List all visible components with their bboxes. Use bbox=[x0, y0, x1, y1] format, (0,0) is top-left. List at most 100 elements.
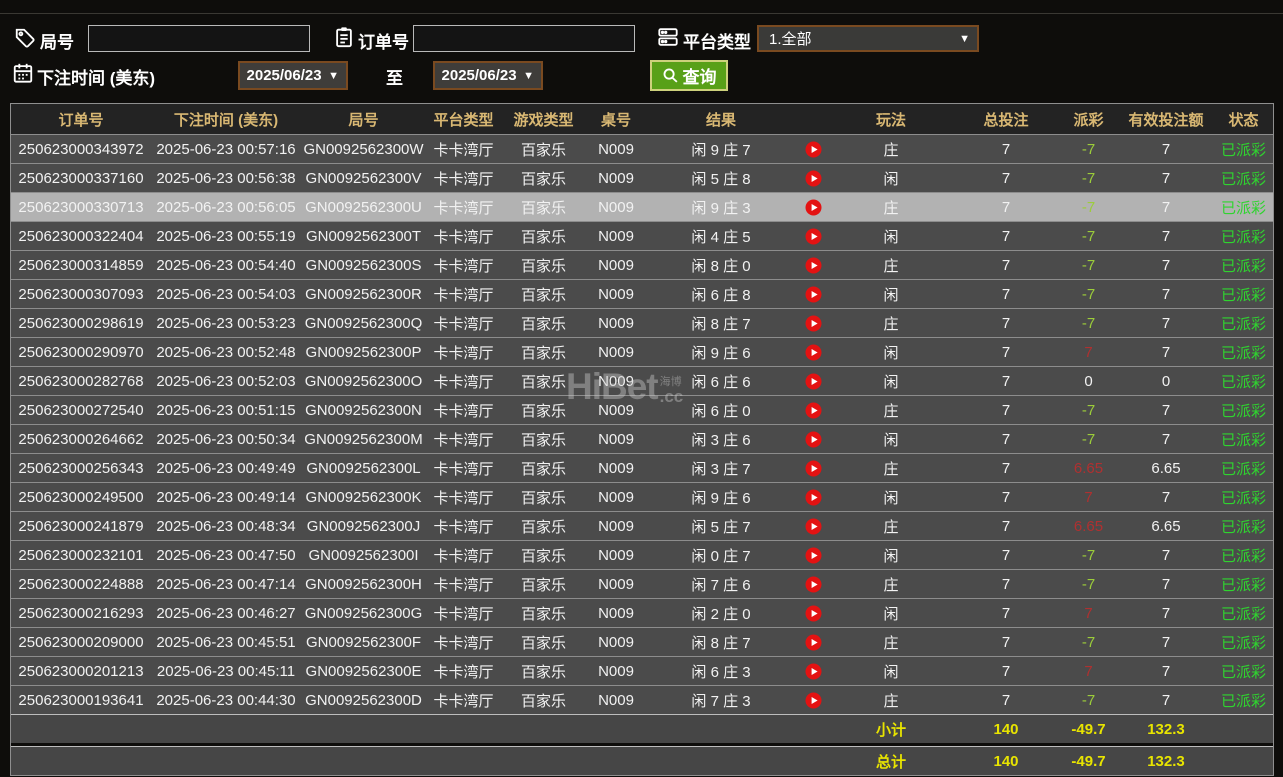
column-header-table_no: 桌号 bbox=[600, 111, 631, 129]
table-row[interactable]: 250623000314859 2025-06-23 00:54:40 GN0092… bbox=[11, 250, 1273, 279]
payout-cell: 7 bbox=[1084, 662, 1093, 680]
subtotal-row-label: 小计 bbox=[875, 721, 906, 739]
table-row[interactable]: 250623000330713 2025-06-23 00:56:05 GN0092… bbox=[11, 192, 1273, 221]
total-bet-cell: 7 bbox=[1001, 169, 1011, 187]
game-type-cell: 百家乐 bbox=[520, 199, 566, 217]
grandtotal-row-total-bet: 140 bbox=[993, 752, 1019, 770]
play-video-icon[interactable] bbox=[805, 431, 822, 448]
round-number-input[interactable] bbox=[88, 25, 310, 52]
column-header-round: 局号 bbox=[348, 111, 379, 129]
table-row[interactable]: 250623000322404 2025-06-23 00:55:19 GN0092… bbox=[11, 221, 1273, 250]
payout-cell: -7 bbox=[1081, 691, 1096, 709]
payout-cell: 7 bbox=[1084, 488, 1093, 506]
play-video-icon[interactable] bbox=[805, 228, 822, 245]
date-from-select[interactable]: 2025/06/23 ▼ bbox=[238, 61, 348, 90]
bet-type-cell: 闲 bbox=[883, 170, 899, 188]
play-video-icon[interactable] bbox=[805, 402, 822, 419]
table-row[interactable]: 250623000224888 2025-06-23 00:47:14 GN0092… bbox=[11, 569, 1273, 598]
bet-time-cell: 2025-06-23 00:52:03 bbox=[156, 372, 296, 390]
play-video-icon[interactable] bbox=[805, 170, 822, 187]
platform-cell: 卡卡湾厅 bbox=[433, 199, 494, 217]
table-row[interactable]: 250623000216293 2025-06-23 00:46:27 GN0092… bbox=[11, 598, 1273, 627]
total-bet-cell: 7 bbox=[1001, 198, 1011, 216]
column-header-spacer bbox=[796, 104, 831, 134]
bet-time-cell: 2025-06-23 00:51:15 bbox=[156, 401, 296, 419]
play-video-icon[interactable] bbox=[805, 373, 822, 390]
play-video-icon[interactable] bbox=[805, 460, 822, 477]
date-from-value: 2025/06/23 bbox=[246, 67, 322, 84]
play-video-icon[interactable] bbox=[805, 141, 822, 158]
bet-time-cell: 2025-06-23 00:46:27 bbox=[156, 604, 296, 622]
play-video-icon[interactable] bbox=[805, 518, 822, 535]
platform-cell: 卡卡湾厅 bbox=[433, 692, 494, 710]
bet-type-cell: 庄 bbox=[883, 460, 899, 478]
play-cell bbox=[796, 164, 831, 192]
game-type-cell: 百家乐 bbox=[520, 634, 566, 652]
table-row[interactable]: 250623000298619 2025-06-23 00:53:23 GN0092… bbox=[11, 308, 1273, 337]
platform-type-select[interactable]: 1.全部 ▼ bbox=[757, 25, 979, 52]
valid-bet-cell: 7 bbox=[1161, 140, 1171, 158]
play-video-icon[interactable] bbox=[805, 663, 822, 680]
play-video-icon[interactable] bbox=[805, 692, 822, 709]
table-row[interactable]: 250623000256343 2025-06-23 00:49:49 GN0092… bbox=[11, 453, 1273, 482]
table-row[interactable]: 250623000337160 2025-06-23 00:56:38 GN0092… bbox=[11, 163, 1273, 192]
payout-cell: 6.65 bbox=[1073, 517, 1104, 535]
result-cell: 闲 6 庄 8 bbox=[691, 286, 751, 304]
empty-cell bbox=[796, 715, 831, 743]
valid-bet-cell: 7 bbox=[1161, 285, 1171, 303]
game-type-cell: 百家乐 bbox=[520, 431, 566, 449]
betting-records-screen: 局号 订单号 平台类型 1.全部 ▼ 下注时间 (美东) 2025/06/23 … bbox=[0, 0, 1283, 777]
round-number-cell: GN0092562300Q bbox=[304, 314, 423, 332]
order-number-input[interactable] bbox=[413, 25, 635, 52]
table-row[interactable]: 250623000201213 2025-06-23 00:45:11 GN0092… bbox=[11, 656, 1273, 685]
play-video-icon[interactable] bbox=[805, 547, 822, 564]
table-row[interactable]: 250623000282768 2025-06-23 00:52:03 GN0092… bbox=[11, 366, 1273, 395]
table-row[interactable]: 250623000249500 2025-06-23 00:49:14 GN0092… bbox=[11, 482, 1273, 511]
payout-cell: -7 bbox=[1081, 575, 1096, 593]
result-cell: 闲 0 庄 7 bbox=[691, 547, 751, 565]
empty-cell bbox=[11, 747, 151, 775]
order-number-label: 订单号 bbox=[358, 33, 409, 52]
play-video-icon[interactable] bbox=[805, 286, 822, 303]
play-cell bbox=[796, 483, 831, 511]
table-row[interactable]: 250623000343972 2025-06-23 00:57:16 GN0092… bbox=[11, 134, 1273, 163]
table-number-cell: N009 bbox=[598, 546, 634, 564]
bet-time-cell: 2025-06-23 00:56:05 bbox=[156, 198, 296, 216]
column-header-time: 下注时间 (美东) bbox=[173, 111, 279, 129]
table-row[interactable]: 250623000272540 2025-06-23 00:51:15 GN0092… bbox=[11, 395, 1273, 424]
status-badge: 已派彩 bbox=[1220, 344, 1266, 362]
total-bet-cell: 7 bbox=[1001, 227, 1011, 245]
table-row[interactable]: 250623000209000 2025-06-23 00:45:51 GN0092… bbox=[11, 627, 1273, 656]
table-row[interactable]: 250623000193641 2025-06-23 00:44:30 GN0092… bbox=[11, 685, 1273, 714]
table-row[interactable]: 250623000290970 2025-06-23 00:52:48 GN0092… bbox=[11, 337, 1273, 366]
play-video-icon[interactable] bbox=[805, 576, 822, 593]
play-video-icon[interactable] bbox=[805, 344, 822, 361]
empty-cell bbox=[646, 747, 796, 775]
table-row[interactable]: 250623000307093 2025-06-23 00:54:03 GN0092… bbox=[11, 279, 1273, 308]
game-type-cell: 百家乐 bbox=[520, 460, 566, 478]
play-cell bbox=[796, 396, 831, 424]
order-number-cell: 250623000256343 bbox=[18, 459, 144, 477]
round-number-cell: GN0092562300D bbox=[305, 691, 422, 709]
table-row[interactable]: 250623000264662 2025-06-23 00:50:34 GN0092… bbox=[11, 424, 1273, 453]
play-video-icon[interactable] bbox=[805, 199, 822, 216]
top-divider bbox=[0, 13, 1283, 14]
bet-type-cell: 闲 bbox=[883, 547, 899, 565]
play-video-icon[interactable] bbox=[805, 315, 822, 332]
search-button[interactable]: 查询 bbox=[650, 60, 728, 91]
date-to-select[interactable]: 2025/06/23 ▼ bbox=[433, 61, 543, 90]
table-row[interactable]: 250623000241879 2025-06-23 00:48:34 GN0092… bbox=[11, 511, 1273, 540]
play-video-icon[interactable] bbox=[805, 634, 822, 651]
order-number-cell: 250623000330713 bbox=[18, 198, 144, 216]
bet-time-cell: 2025-06-23 00:54:03 bbox=[156, 285, 296, 303]
chevron-down-icon: ▼ bbox=[523, 69, 534, 82]
play-video-icon[interactable] bbox=[805, 257, 822, 274]
platform-cell: 卡卡湾厅 bbox=[433, 460, 494, 478]
order-number-cell: 250623000298619 bbox=[18, 314, 144, 332]
play-video-icon[interactable] bbox=[805, 605, 822, 622]
play-video-icon[interactable] bbox=[805, 489, 822, 506]
table-row[interactable]: 250623000232101 2025-06-23 00:47:50 GN0092… bbox=[11, 540, 1273, 569]
game-type-cell: 百家乐 bbox=[520, 344, 566, 362]
bet-time-cell: 2025-06-23 00:45:11 bbox=[156, 662, 296, 680]
status-badge: 已派彩 bbox=[1220, 402, 1266, 420]
